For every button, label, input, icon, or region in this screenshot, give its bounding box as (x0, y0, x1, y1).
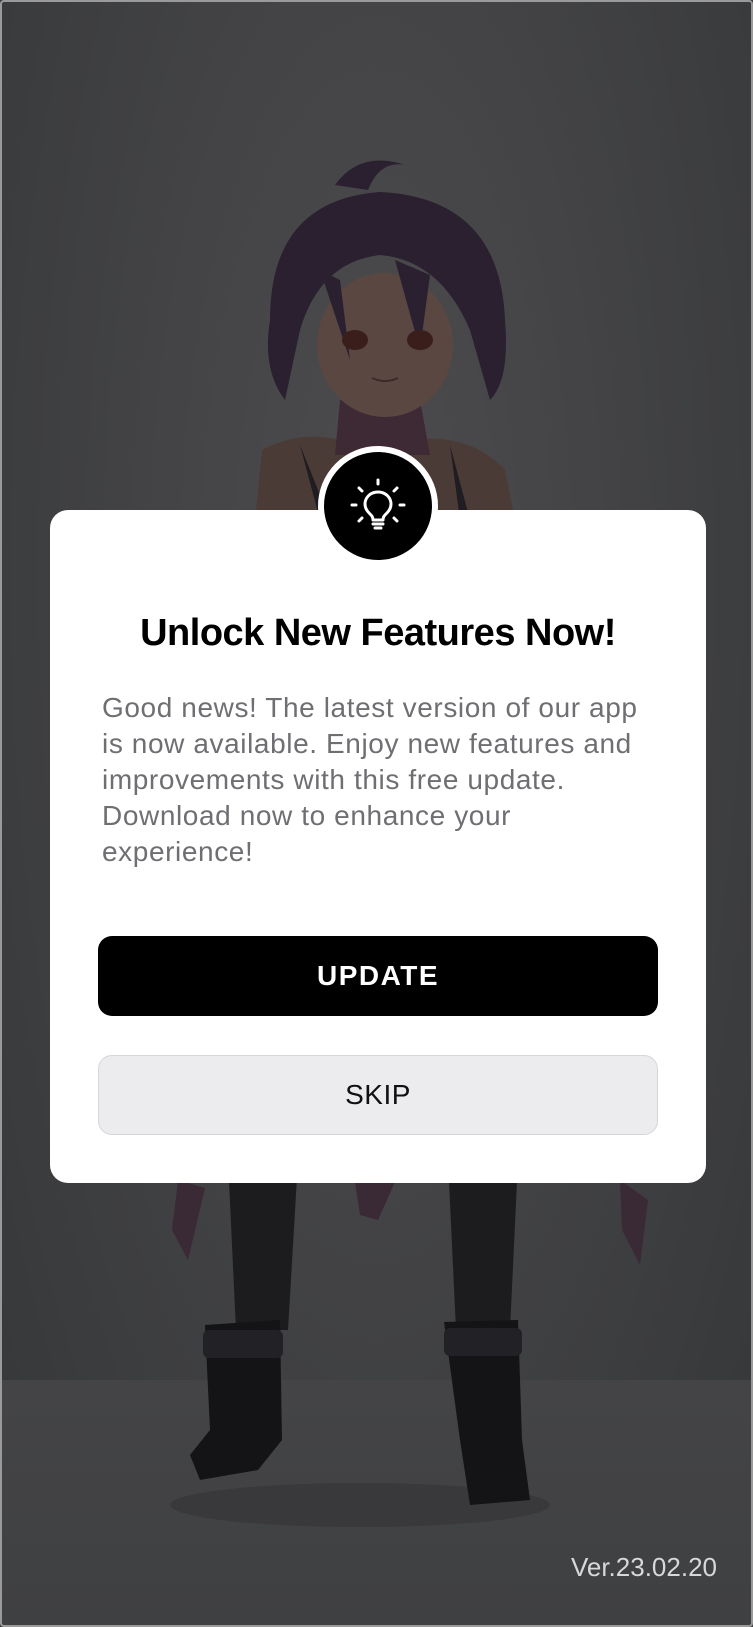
skip-button[interactable]: SKIP (98, 1055, 658, 1135)
update-dialog: Unlock New Features Now! Good news! The … (50, 446, 706, 1183)
lightbulb-icon (318, 446, 438, 566)
version-label: Ver.23.02.20 (570, 1552, 717, 1582)
dialog-title: Unlock New Features Now! (140, 612, 616, 654)
update-screen: Unlock New Features Now! Good news! The … (0, 0, 753, 1627)
dialog-message: Good news! The latest version of our app… (102, 692, 638, 867)
update-button[interactable]: UPDATE (98, 936, 658, 1016)
